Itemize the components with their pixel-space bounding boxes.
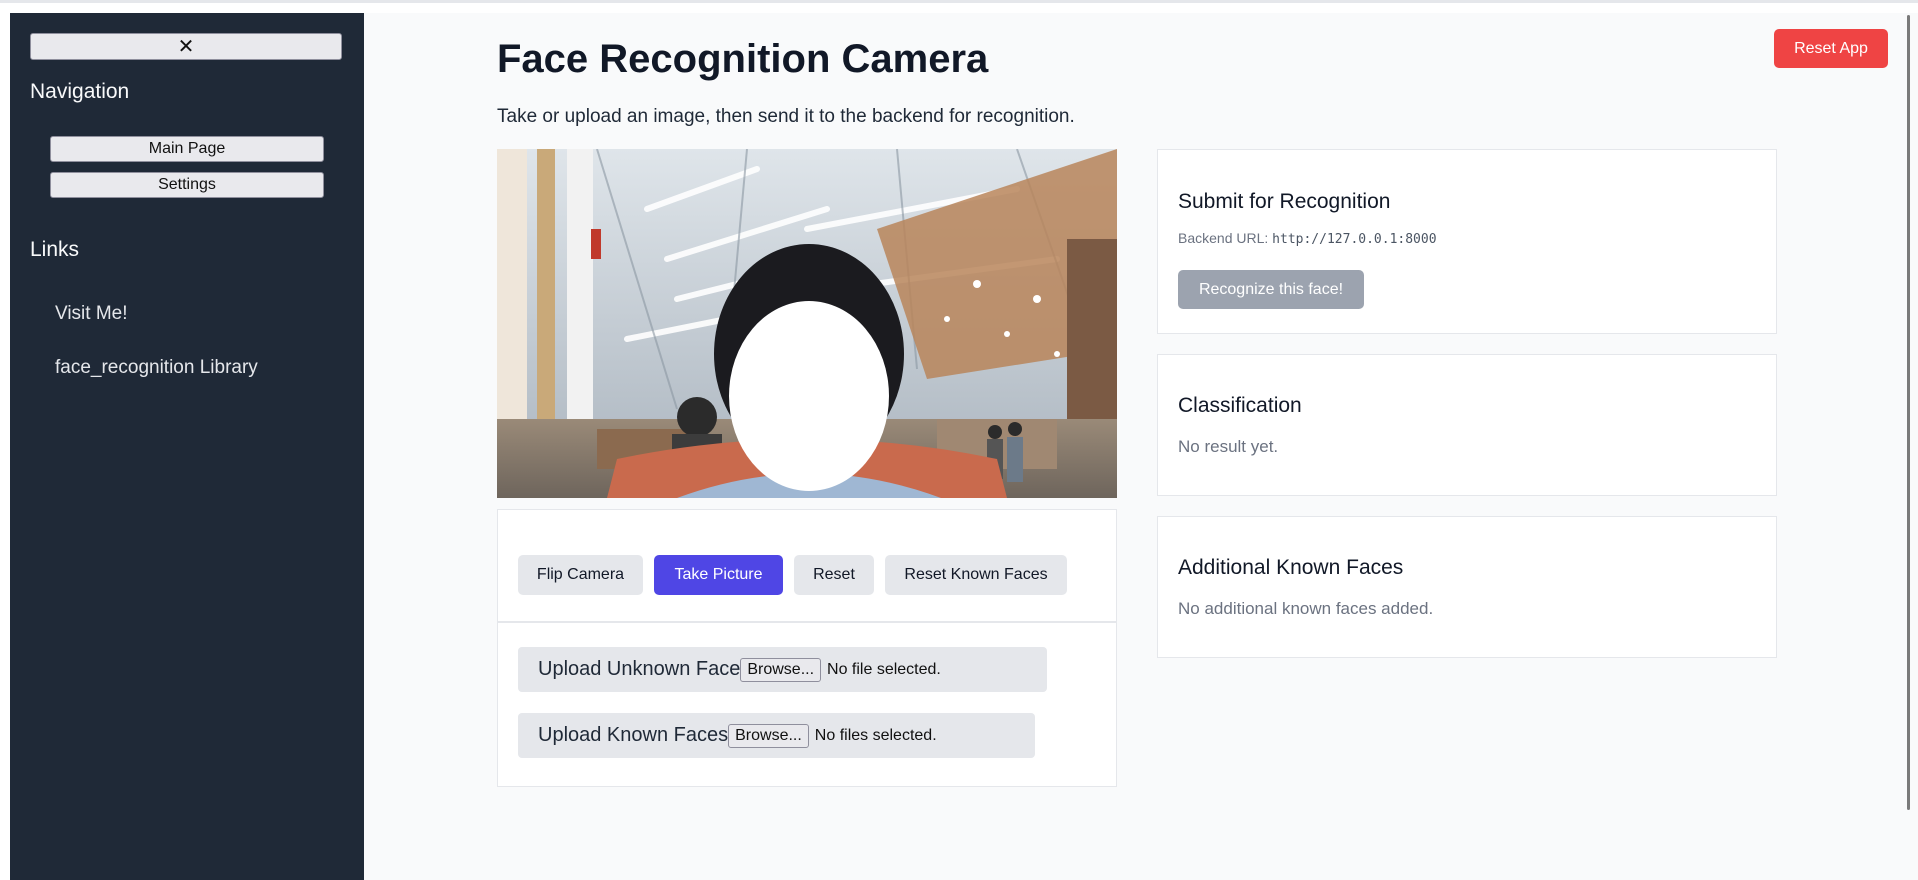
nav-main-page-button[interactable]: Main Page: [50, 136, 324, 162]
upload-unknown-status: No file selected.: [827, 661, 941, 679]
close-icon: ✕: [177, 34, 195, 58]
camera-controls-card: Flip Camera Take Picture Reset Reset Kno…: [497, 509, 1117, 787]
page-title: Face Recognition Camera: [497, 37, 989, 81]
upload-known-faces-label: Upload Known Faces: [538, 724, 729, 746]
submit-card-heading: Submit for Recognition: [1178, 190, 1391, 213]
upload-unknown-face-label: Upload Unknown Face: [538, 658, 741, 680]
nav-settings-button[interactable]: Settings: [50, 172, 324, 198]
take-picture-button[interactable]: Take Picture: [654, 555, 783, 595]
backend-url-value: http://127.0.0.1:8000: [1272, 232, 1437, 247]
classification-card: Classification No result yet.: [1157, 354, 1777, 496]
known-faces-heading: Additional Known Faces: [1178, 556, 1404, 579]
navigation-heading: Navigation: [30, 80, 130, 103]
upload-unknown-face-row: Upload Unknown Face Browse... No file sele…: [518, 647, 1047, 692]
classification-heading: Classification: [1178, 394, 1302, 417]
reset-known-faces-button[interactable]: Reset Known Faces: [885, 555, 1067, 595]
known-faces-card: Additional Known Faces No additional kno…: [1157, 516, 1777, 658]
main-content: Reset App Face Recognition Camera Take o…: [364, 13, 1918, 880]
face-recognition-library-link[interactable]: face_recognition Library: [55, 357, 258, 379]
classification-result: No result yet.: [1178, 437, 1279, 456]
backend-url-text: Backend URL: http://127.0.0.1:8000: [1178, 230, 1437, 247]
reset-button[interactable]: Reset: [794, 555, 874, 595]
recognize-face-button[interactable]: Recognize this face!: [1178, 270, 1364, 309]
known-faces-status: No additional known faces added.: [1178, 599, 1434, 618]
visit-me-link[interactable]: Visit Me!: [55, 303, 128, 325]
flip-camera-button[interactable]: Flip Camera: [518, 555, 643, 595]
upload-unknown-browse-button[interactable]: Browse...: [740, 657, 822, 682]
close-sidebar-button[interactable]: ✕: [30, 33, 342, 60]
upload-known-status: No files selected.: [814, 727, 937, 745]
camera-preview: [497, 149, 1117, 498]
upload-known-faces-row: Upload Known Faces Browse... No files sele…: [518, 713, 1035, 758]
backend-url-label: Backend URL:: [1178, 230, 1269, 246]
links-heading: Links: [30, 238, 80, 261]
divider: [498, 621, 1116, 623]
sidebar: ✕ Navigation Main Page Settings Links Vi…: [10, 13, 364, 880]
upload-known-browse-button[interactable]: Browse...: [728, 723, 809, 748]
page-subtitle: Take or upload an image, then send it to…: [497, 106, 1075, 127]
submit-recognition-card: Submit for Recognition Backend URL: http…: [1157, 149, 1777, 334]
scrollbar[interactable]: [1907, 15, 1910, 810]
camera-feed-image: [497, 149, 1117, 498]
top-border: [0, 0, 1918, 3]
reset-app-button[interactable]: Reset App: [1774, 29, 1888, 68]
